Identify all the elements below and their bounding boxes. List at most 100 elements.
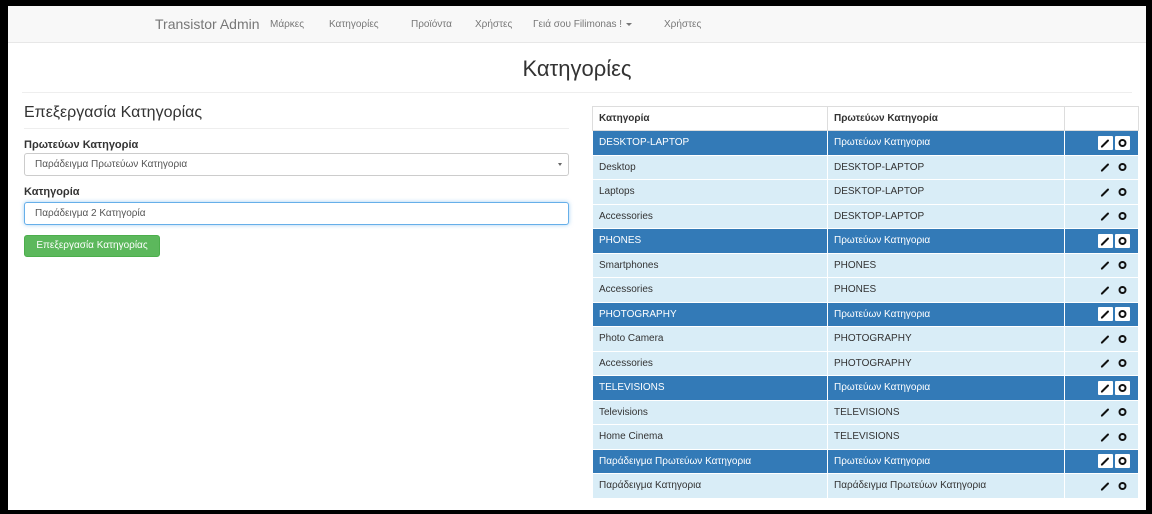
table-body: DESKTOP-LAPTOP Πρωτεύων Κατηγορια Desktop D… [592,130,1139,499]
edit-icon[interactable] [1098,233,1113,248]
parent-category-cell: Πρωτεύων Κατηγορια [827,301,1065,327]
edit-icon[interactable] [1098,283,1113,297]
parent-category-cell: Πρωτεύων Κατηγορια [827,228,1065,254]
nav-item-categories[interactable]: Κατηγορίες [329,19,379,30]
title-divider [22,92,1132,93]
delete-icon[interactable] [1115,356,1130,370]
nav-item-users-extra[interactable]: Χρήστες [664,19,701,30]
nav-item-products[interactable]: Προϊόντα [411,19,452,30]
actions-cell [1064,252,1139,278]
edit-icon[interactable] [1098,405,1113,419]
form-title: Επεξεργασία Κατηγορίας [24,104,203,121]
category-name-cell: Παράδειγμα Πρωτεύων Κατηγορια [592,448,828,474]
caret-down-icon [626,22,633,26]
table-row: PHONES Πρωτεύων Κατηγορια [592,228,1139,254]
category-name-cell: Desktop [592,154,828,180]
category-name-cell: TELEVISIONS [592,375,828,401]
edit-icon[interactable] [1098,479,1113,493]
parent-category-cell: Πρωτεύων Κατηγορια [827,448,1065,474]
actions-cell [1064,179,1139,205]
actions-cell [1064,277,1139,303]
delete-icon[interactable] [1115,283,1130,297]
actions-cell [1064,203,1139,229]
parent-category-value: Παράδειγμα Πρωτεύων Κατηγορια [35,159,188,170]
edit-category-submit-button[interactable]: Επεξεργασία Κατηγορίας [24,235,160,257]
parent-category-select[interactable]: Παράδειγμα Πρωτεύων Κατηγορια [24,153,569,176]
category-name-cell: Smartphones [592,252,828,278]
edit-icon[interactable] [1098,185,1113,199]
table-row: Photo Camera PHOTOGRAPHY [592,326,1139,352]
nav-item-users[interactable]: Χρήστες [475,19,512,30]
actions-cell [1064,399,1139,425]
edit-icon[interactable] [1098,430,1113,444]
category-name-cell: DESKTOP-LAPTOP [592,130,828,156]
table-row: Παράδειγμα Κατηγορια Παράδειγμα Πρωτεύων … [592,473,1139,499]
parent-category-cell: TELEVISIONS [827,424,1065,450]
edit-icon[interactable] [1098,332,1113,346]
category-name-cell: Παράδειγμα Κατηγορια [592,473,828,499]
delete-icon[interactable] [1115,405,1130,419]
navbar: Transistor Admin Μάρκες Κατηγορίες Προϊό… [8,6,1146,43]
edit-icon[interactable] [1098,380,1113,395]
category-name-cell: Photo Camera [592,326,828,352]
category-input[interactable]: Παράδειγμα 2 Κατηγορία [24,202,569,225]
category-name-cell: Laptops [592,179,828,205]
user-menu-label: Γειά σου Filimonas ! [533,19,623,30]
nav-item-brands[interactable]: Μάρκες [270,19,304,30]
delete-icon[interactable] [1115,307,1130,322]
delete-icon[interactable] [1115,135,1130,150]
column-header-category: Κατηγορία [592,106,828,131]
parent-category-cell: DESKTOP-LAPTOP [827,203,1065,229]
edit-icon[interactable] [1098,307,1113,322]
navbar-brand[interactable]: Transistor Admin [155,16,260,32]
edit-icon[interactable] [1098,454,1113,469]
table-row: PHOTOGRAPHY Πρωτεύων Κατηγορια [592,301,1139,327]
delete-icon[interactable] [1115,160,1130,174]
category-name-cell: PHOTOGRAPHY [592,301,828,327]
table-row: Accessories PHOTOGRAPHY [592,350,1139,376]
table-row: Smartphones PHONES [592,252,1139,278]
form-divider [24,128,569,129]
edit-icon[interactable] [1098,135,1113,150]
delete-icon[interactable] [1115,430,1130,444]
category-input-value: Παράδειγμα 2 Κατηγορία [35,208,146,219]
table-row: Accessories PHONES [592,277,1139,303]
parent-category-cell: Παράδειγμα Πρωτεύων Κατηγορια [827,473,1065,499]
parent-category-cell: DESKTOP-LAPTOP [827,179,1065,205]
category-label: Κατηγορία [24,186,80,198]
actions-cell [1064,154,1139,180]
delete-icon[interactable] [1115,209,1130,223]
table-row: Televisions TELEVISIONS [592,399,1139,425]
delete-icon[interactable] [1115,332,1130,346]
parent-category-cell: PHONES [827,252,1065,278]
delete-icon[interactable] [1115,380,1130,395]
delete-icon[interactable] [1115,258,1130,272]
table-row: Laptops DESKTOP-LAPTOP [592,179,1139,205]
category-name-cell: Accessories [592,277,828,303]
category-name-cell: Accessories [592,350,828,376]
category-name-cell: PHONES [592,228,828,254]
delete-icon[interactable] [1115,185,1130,199]
table-row: DESKTOP-LAPTOP Πρωτεύων Κατηγορια [592,130,1139,156]
page-title: Κατηγορίες [522,56,632,81]
edit-icon[interactable] [1098,258,1113,272]
table-header-row: Κατηγορία Πρωτεύων Κατηγορία [592,106,1139,131]
actions-cell [1064,375,1139,401]
delete-icon[interactable] [1115,454,1130,469]
actions-cell [1064,228,1139,254]
parent-category-cell: TELEVISIONS [827,399,1065,425]
parent-category-cell: Πρωτεύων Κατηγορια [827,375,1065,401]
edit-icon[interactable] [1098,160,1113,174]
edit-icon[interactable] [1098,356,1113,370]
delete-icon[interactable] [1115,479,1130,493]
actions-cell [1064,473,1139,499]
edit-icon[interactable] [1098,209,1113,223]
actions-cell [1064,301,1139,327]
parent-category-cell: PHONES [827,277,1065,303]
delete-icon[interactable] [1115,233,1130,248]
table-row: Παράδειγμα Πρωτεύων Κατηγορια Πρωτεύων Κα… [592,448,1139,474]
actions-cell [1064,448,1139,474]
user-menu[interactable]: Γειά σου Filimonas ! [533,19,633,30]
parent-category-cell: Πρωτεύων Κατηγορια [827,130,1065,156]
column-header-parent: Πρωτεύων Κατηγορία [827,106,1065,131]
